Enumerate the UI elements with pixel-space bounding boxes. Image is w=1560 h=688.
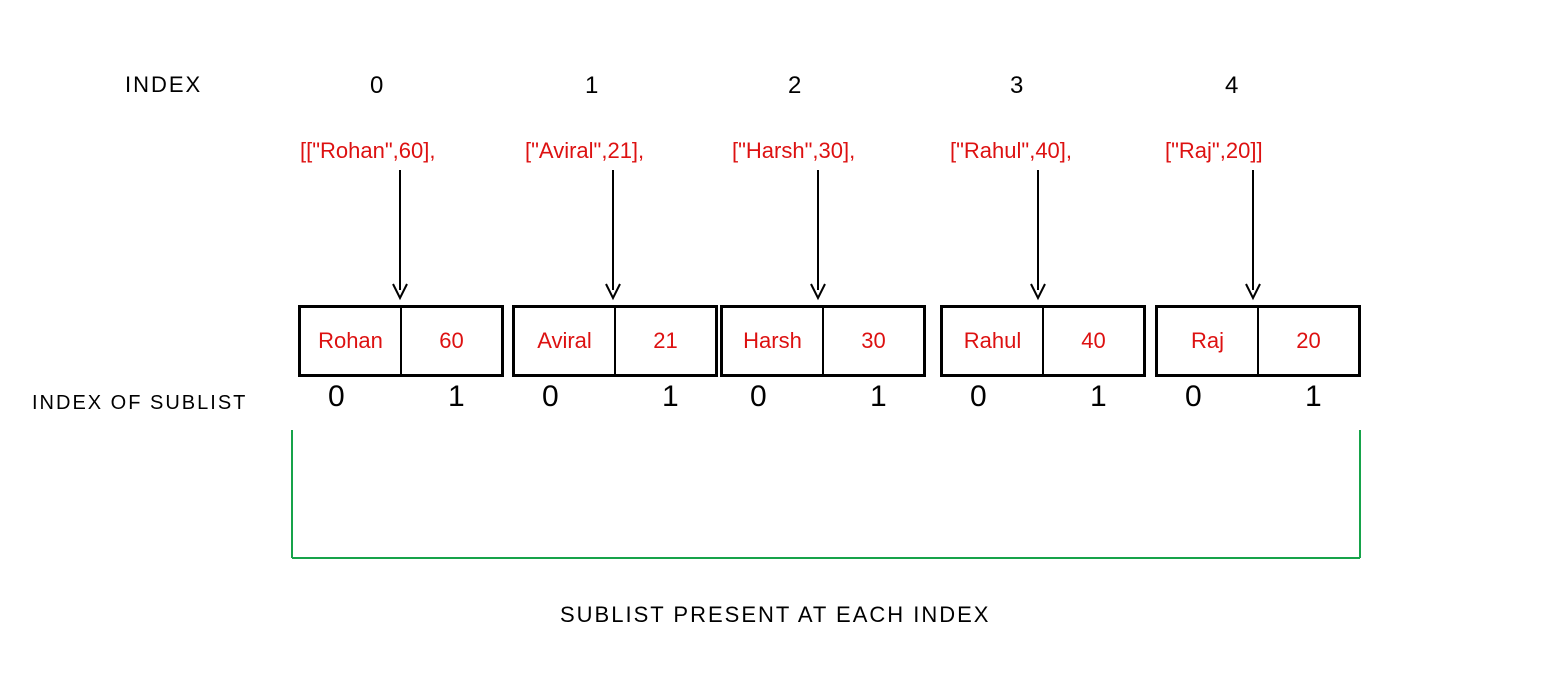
sub0-col4: 0 (1185, 380, 1202, 414)
cell-2-name: Harsh (723, 308, 824, 374)
sub1-col4: 1 (1305, 380, 1322, 414)
cell-2: Harsh 30 (720, 305, 926, 377)
cell-3-name: Rahul (943, 308, 1044, 374)
cell-0-value: 60 (402, 308, 501, 374)
diagram-container: INDEX 0 1 2 3 4 [["Rohan",60], ["Aviral"… (0, 0, 1560, 688)
literal-2: ["Harsh",30], (732, 138, 855, 164)
index-0: 0 (370, 72, 383, 100)
cell-1-value: 21 (616, 308, 715, 374)
arrow-4 (1245, 170, 1261, 302)
green-bracket (290, 430, 1370, 565)
sub1-col1: 1 (662, 380, 679, 414)
literal-4: ["Raj",20]] (1165, 138, 1263, 164)
arrow-3 (1030, 170, 1046, 302)
arrow-0 (392, 170, 408, 302)
index-label: INDEX (125, 72, 202, 98)
index-1: 1 (585, 72, 598, 100)
cell-3-value: 40 (1044, 308, 1143, 374)
sub1-col0: 1 (448, 380, 465, 414)
cell-1-name: Aviral (515, 308, 616, 374)
sub1-col2: 1 (870, 380, 887, 414)
index-2: 2 (788, 72, 801, 100)
literal-0: [["Rohan",60], (300, 138, 435, 164)
sub0-col1: 0 (542, 380, 559, 414)
cell-4: Raj 20 (1155, 305, 1361, 377)
index-of-sublist-label: INDEX OF SUBLIST (32, 392, 247, 415)
cell-4-name: Raj (1158, 308, 1259, 374)
literal-3: ["Rahul",40], (950, 138, 1072, 164)
cell-1: Aviral 21 (512, 305, 718, 377)
cell-3: Rahul 40 (940, 305, 1146, 377)
literal-1: ["Aviral",21], (525, 138, 644, 164)
arrow-2 (810, 170, 826, 302)
index-3: 3 (1010, 72, 1023, 100)
cell-0-name: Rohan (301, 308, 402, 374)
index-4: 4 (1225, 72, 1238, 100)
cell-4-value: 20 (1259, 308, 1358, 374)
sub0-col2: 0 (750, 380, 767, 414)
sub0-col3: 0 (970, 380, 987, 414)
sub0-col0: 0 (328, 380, 345, 414)
arrow-1 (605, 170, 621, 302)
sub1-col3: 1 (1090, 380, 1107, 414)
bottom-caption: SUBLIST PRESENT AT EACH INDEX (560, 602, 991, 628)
cell-0: Rohan 60 (298, 305, 504, 377)
cell-2-value: 30 (824, 308, 923, 374)
